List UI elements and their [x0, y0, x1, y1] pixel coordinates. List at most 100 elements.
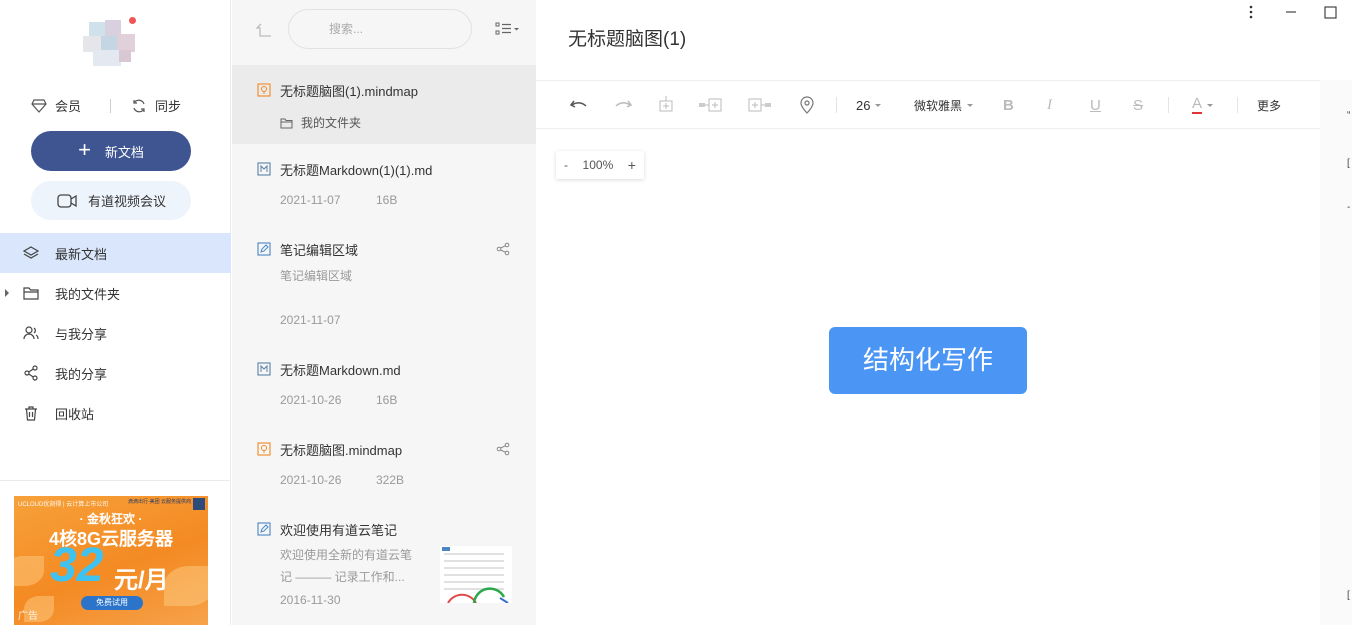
- sync-icon: [133, 99, 145, 112]
- doc-date: 2021-11-07: [280, 193, 341, 207]
- doc-excerpt: 欢迎使用全新的有道云笔 记 ——— 记录工作和...: [280, 544, 412, 588]
- insert-child-icon: [659, 96, 673, 112]
- sidebar-item-label: 我的文件夹: [55, 286, 121, 302]
- layers-icon: [23, 246, 39, 259]
- list-item[interactable]: 无标题脑图.mindmap 2021-10-26 322B: [232, 424, 536, 504]
- redo-button[interactable]: [613, 95, 633, 115]
- doc-excerpt-line: 欢迎使用全新的有道云笔: [280, 548, 413, 562]
- doc-size: 322B: [376, 473, 405, 487]
- avatar[interactable]: [79, 14, 139, 70]
- search-input[interactable]: 搜索...: [288, 9, 472, 49]
- doc-title: 无标题Markdown(1)(1).md: [280, 163, 433, 178]
- toolbar-divider: [836, 97, 837, 113]
- more-button[interactable]: 更多: [1257, 95, 1281, 115]
- plus-icon: +: [78, 137, 91, 162]
- rail-outline-icon[interactable]: [: [1347, 158, 1352, 168]
- zoom-out-button[interactable]: -: [564, 158, 568, 172]
- list-item[interactable]: 无标题Markdown(1)(1).md 2021-11-07 16B: [232, 144, 536, 224]
- sidebar-item-trash[interactable]: 回收站: [0, 393, 231, 433]
- insert-sibling-before-button[interactable]: [698, 95, 724, 115]
- undo-icon: [569, 100, 587, 108]
- notification-dot: [129, 17, 136, 24]
- insert-parent-icon: [748, 98, 771, 112]
- ad-brand-text: UCLOUD优刻得 | 云计算上市公司: [18, 502, 109, 508]
- list-item[interactable]: 笔记编辑区域 笔记编辑区域 2021-11-07: [232, 224, 536, 344]
- list-item[interactable]: 无标题脑图(1).mindmap 我的文件夹: [232, 65, 536, 144]
- ad-badge-icon: [193, 498, 205, 510]
- doc-date: 2021-10-26: [280, 393, 342, 407]
- new-doc-label: 新文档: [104, 144, 144, 160]
- italic-button[interactable]: I: [1047, 95, 1052, 115]
- doc-excerpt: 笔记编辑区域: [280, 269, 353, 283]
- undo-button[interactable]: [569, 95, 589, 115]
- strikethrough-button[interactable]: S: [1133, 95, 1143, 115]
- underline-button[interactable]: U: [1090, 95, 1101, 115]
- minimize-icon[interactable]: [1282, 4, 1300, 22]
- share-icon[interactable]: [496, 242, 510, 256]
- location-button[interactable]: [799, 95, 815, 115]
- doc-date: 2016-11-30: [280, 593, 341, 607]
- document-title[interactable]: 无标题脑图(1): [568, 24, 686, 51]
- insert-sibling-after-button[interactable]: [748, 95, 774, 115]
- location-pin-icon: [800, 96, 814, 114]
- bold-button[interactable]: B: [1003, 95, 1014, 115]
- zoom-level: 100%: [582, 158, 614, 172]
- zoom-control: - 100% +: [556, 151, 644, 179]
- rail-quote-icon[interactable]: “: [1347, 110, 1352, 120]
- sidebar-item-label: 最新文档: [55, 246, 108, 262]
- video-meeting-button[interactable]: 有道视频会议: [31, 181, 191, 220]
- share-icon: [24, 365, 38, 381]
- note-file-icon: [257, 242, 271, 256]
- sidebar-item-my-folders[interactable]: 我的文件夹: [0, 273, 231, 313]
- ad-banner[interactable]: UCLOUD优刻得 | 云计算上市公司 滴滴出行·美团 云服务提供商 · 金秋狂…: [14, 496, 208, 625]
- sidebar-item-label: 回收站: [55, 406, 95, 422]
- new-doc-button[interactable]: + 新文档: [31, 131, 191, 171]
- vip-button[interactable]: 会员: [31, 96, 81, 115]
- mindmap-file-icon: [257, 442, 271, 456]
- ad-corner-text: 滴滴出行·美团 云服务提供商: [127, 499, 191, 505]
- insert-child-button[interactable]: [656, 95, 676, 115]
- text-color-button[interactable]: A: [1192, 95, 1214, 115]
- ad-subheadline: 4核8G云服务器: [48, 529, 174, 549]
- sidebar-item-my-shares[interactable]: 我的分享: [0, 353, 231, 393]
- right-side-rail: “ [ - [: [1320, 80, 1352, 625]
- ad-cta-button[interactable]: 免费试用: [81, 596, 143, 610]
- rail-panel-icon[interactable]: [: [1347, 590, 1352, 600]
- video-meeting-label: 有道视频会议: [87, 194, 166, 209]
- zoom-in-button[interactable]: +: [628, 157, 636, 173]
- go-up-icon[interactable]: [254, 20, 274, 40]
- doc-excerpt-line: 记 ——— 记录工作和...: [280, 570, 405, 584]
- share-icon[interactable]: [496, 442, 510, 456]
- account-divider: [110, 99, 111, 113]
- doc-size: 16B: [376, 393, 398, 407]
- ad-price-unit: 元/月: [114, 567, 169, 594]
- chevron-down-icon: [1207, 103, 1214, 107]
- sidebar-item-shared-with-me[interactable]: 与我分享: [0, 313, 231, 353]
- vip-label: 会员: [55, 99, 82, 114]
- font-family-select[interactable]: 微软雅黑: [914, 95, 974, 115]
- maximize-icon[interactable]: [1322, 4, 1340, 22]
- chevron-down-icon: [967, 103, 974, 107]
- doc-title: 笔记编辑区域: [280, 243, 359, 258]
- font-size-select[interactable]: 26: [856, 95, 882, 115]
- thumbnail-image: [440, 546, 512, 603]
- more-menu-icon[interactable]: [1242, 4, 1260, 22]
- app-window: 会员 同步 + 新文档 有道视频会议 最新文档 我的文件夹 与我分享 我的分享 …: [0, 0, 1352, 625]
- trash-icon: [25, 406, 37, 421]
- mindmap-root-node[interactable]: 结构化写作: [829, 327, 1027, 394]
- expand-caret-icon[interactable]: [5, 289, 9, 297]
- folder-icon: [23, 287, 39, 300]
- document-list-panel: 搜索... 无标题脑图(1).mindmap 我的文件夹 无标题Markdown…: [232, 0, 536, 625]
- list-view-icon[interactable]: [494, 20, 520, 38]
- insert-sibling-icon: [699, 98, 722, 112]
- redo-icon: [615, 100, 633, 108]
- rail-tag-icon[interactable]: -: [1347, 202, 1352, 212]
- sync-button[interactable]: 同步: [131, 96, 181, 115]
- list-item[interactable]: 无标题Markdown.md 2021-10-26 16B: [232, 344, 536, 424]
- sidebar-item-recent[interactable]: 最新文档: [0, 233, 231, 273]
- editor-panel: 无标题脑图(1) 26 微软雅黑 B I U S A 更多 - 100% + 结…: [536, 0, 1352, 625]
- ad-price: 32: [50, 539, 104, 592]
- font-family-value: 微软雅黑: [914, 98, 963, 113]
- note-file-icon: [257, 522, 271, 536]
- doc-date: 2021-10-26: [280, 473, 342, 487]
